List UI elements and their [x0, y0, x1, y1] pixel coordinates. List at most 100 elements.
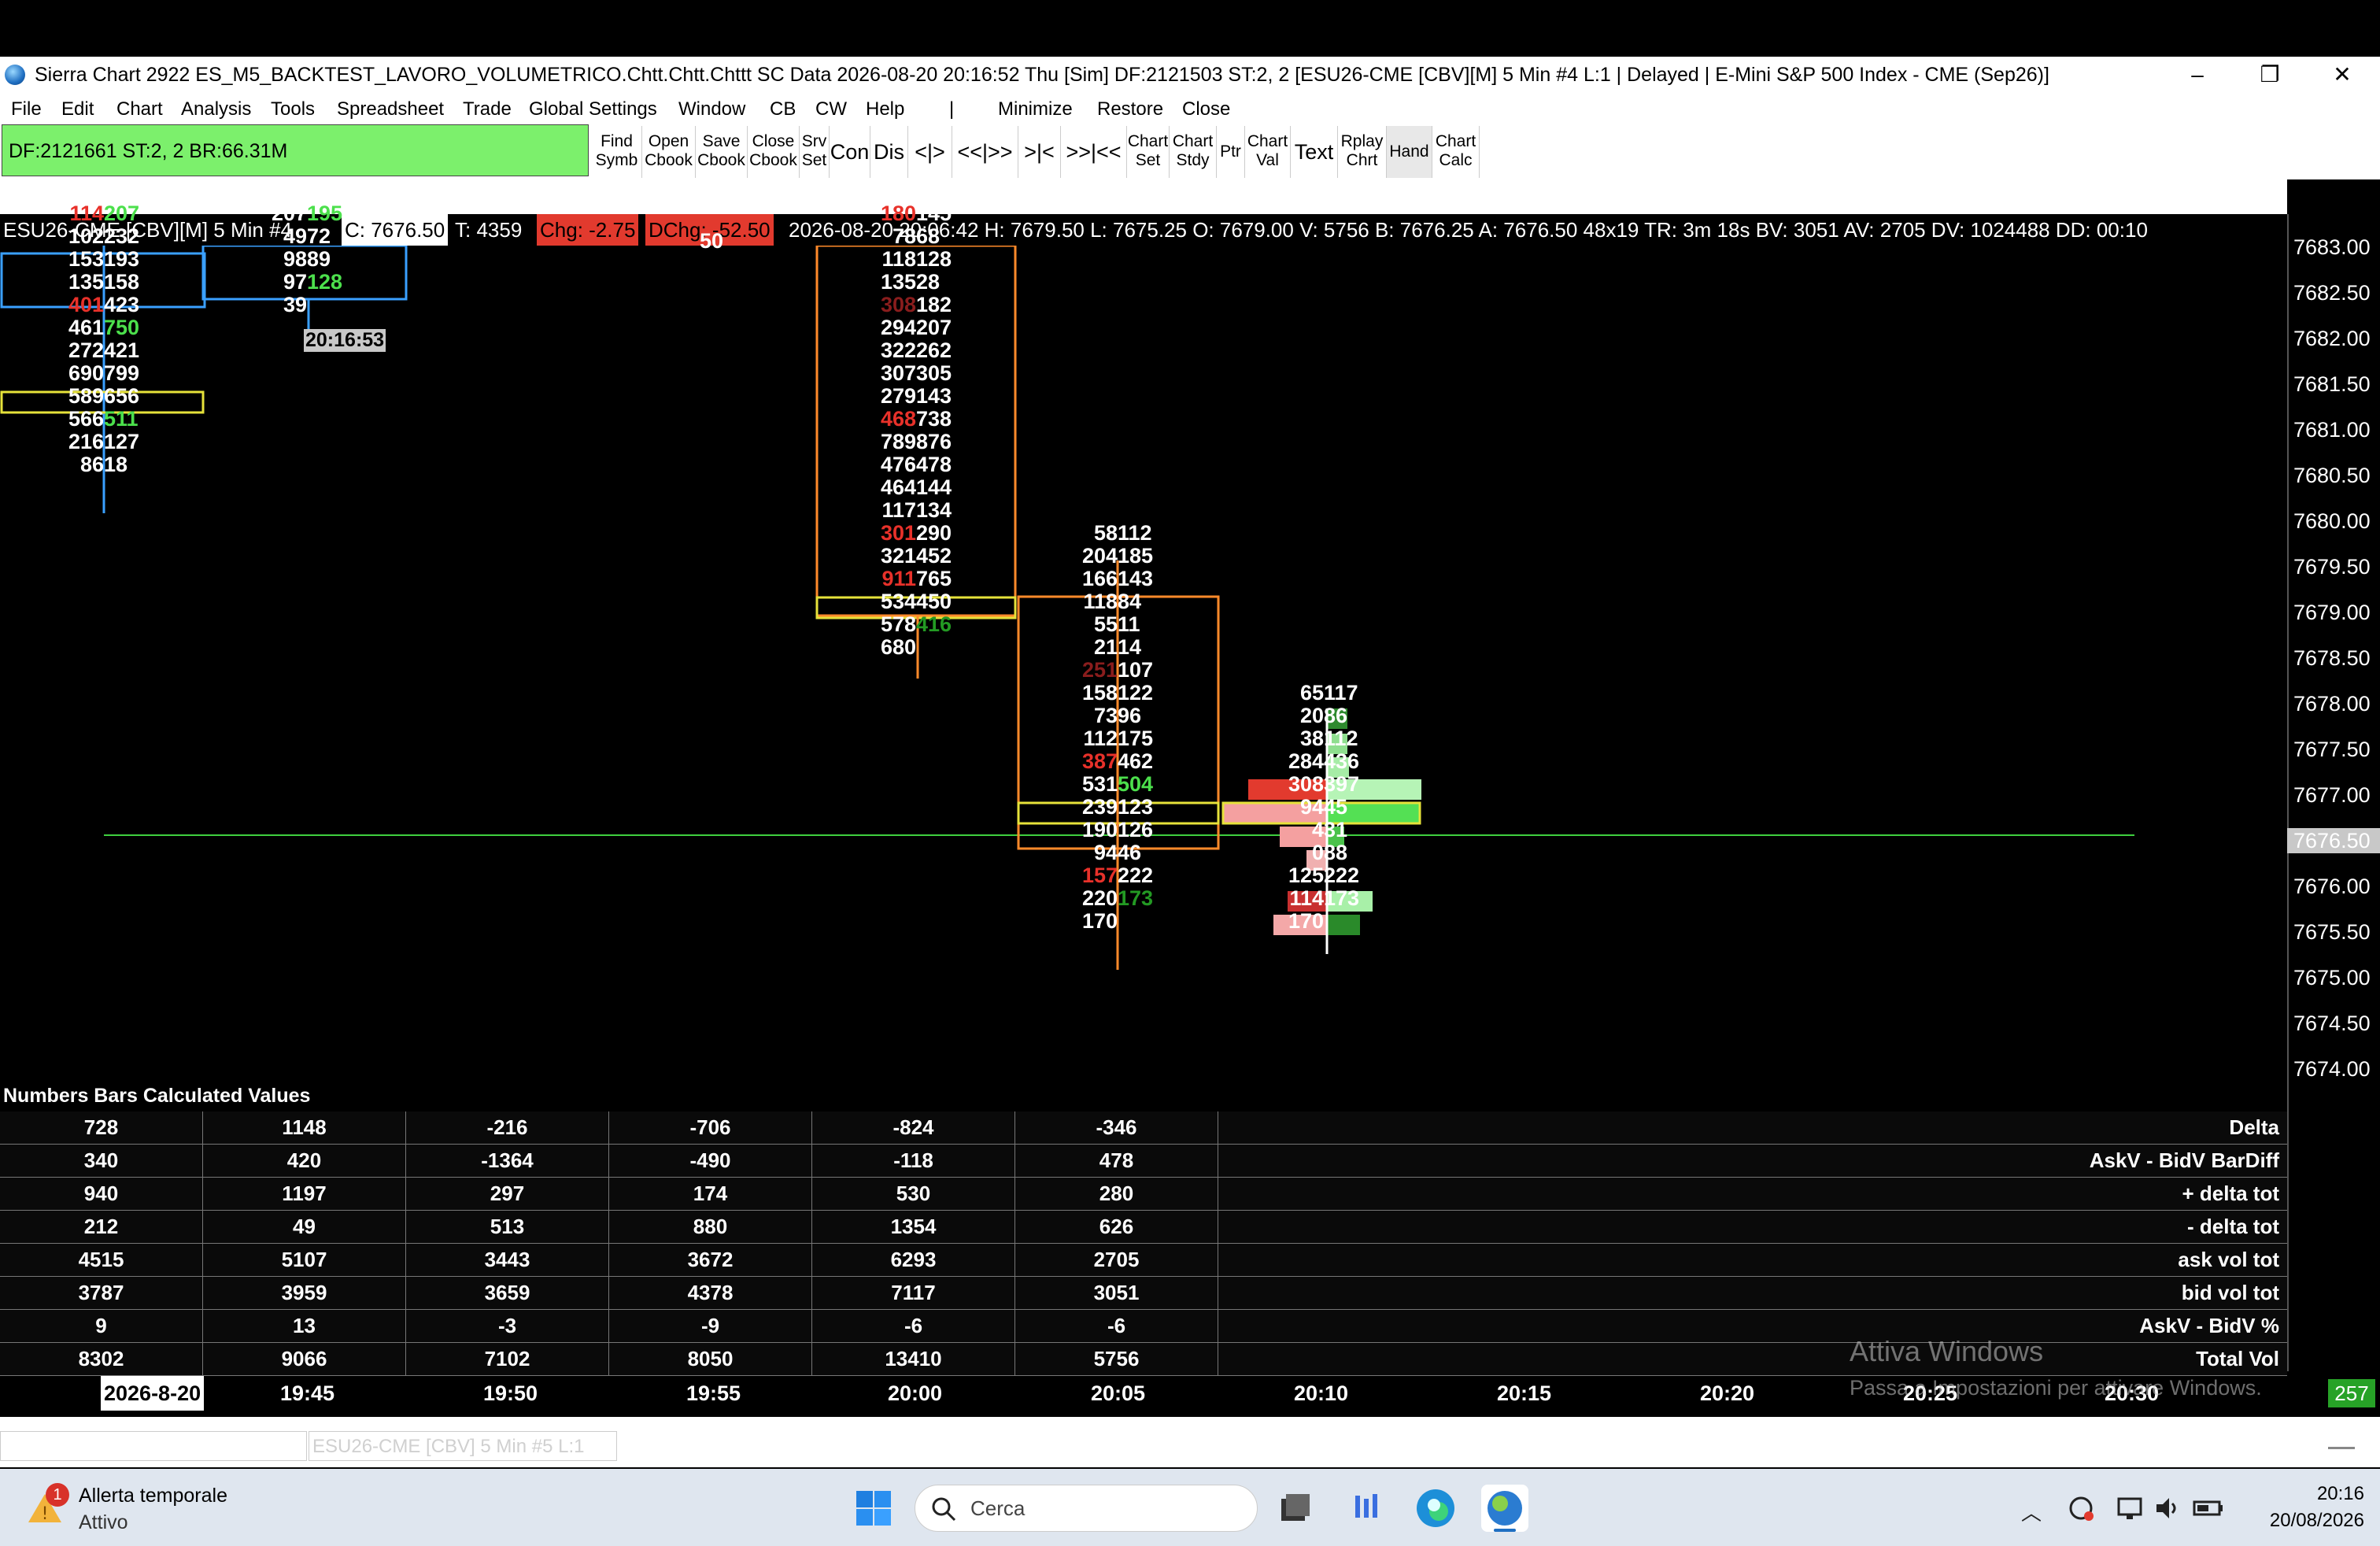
- weather-title[interactable]: Allerta temporale: [79, 1485, 227, 1507]
- sierra-chart-taskbar-icon[interactable]: [1481, 1485, 1528, 1532]
- ask-column: 68: [916, 225, 1003, 248]
- windows-activation-title: Attiva Windows: [1850, 1335, 2044, 1367]
- open-chartbook-button[interactable]: Open Cbook: [642, 126, 696, 178]
- chart-settings-button[interactable]: Chart Set: [1127, 126, 1170, 178]
- disconnect-button[interactable]: Dis: [870, 126, 908, 178]
- stats-row-label: Total Vol: [2196, 1347, 2279, 1370]
- menu-tools[interactable]: Tools: [271, 93, 315, 126]
- bid-volume: 680: [880, 635, 916, 659]
- ask-volume: 112: [1118, 521, 1152, 545]
- menu-edit[interactable]: Edit: [61, 93, 94, 126]
- bid-column: 322: [830, 339, 916, 362]
- footprint-cell: 308397: [1237, 773, 1410, 796]
- taskbar-search-input[interactable]: Cerca: [915, 1485, 1258, 1532]
- replay-chart-button[interactable]: Rplay Chrt: [1338, 126, 1387, 178]
- menu-restore[interactable]: Restore: [1097, 93, 1163, 126]
- hand-tool-button[interactable]: Hand: [1387, 126, 1432, 178]
- menu-cb[interactable]: CB: [770, 93, 796, 126]
- menu-file[interactable]: File: [11, 93, 42, 126]
- footprint-cell: 789876: [830, 431, 1003, 453]
- menu-global-settings[interactable]: Global Settings: [529, 93, 657, 126]
- taskbar-clock-time[interactable]: 20:16: [2282, 1483, 2364, 1505]
- time-label: 19:55: [686, 1381, 741, 1405]
- ask-column: 478: [916, 453, 1003, 476]
- chart-studies-button[interactable]: Chart Stdy: [1170, 126, 1217, 178]
- restore-window-button[interactable]: ❐: [2234, 57, 2306, 93]
- ask-volume: 478: [916, 453, 952, 476]
- ask-column: 421: [104, 339, 190, 362]
- footprint-cell: 58112: [1031, 522, 1204, 545]
- save-chartbook-button[interactable]: Save Cbook: [696, 126, 748, 178]
- taskbar-clock-date[interactable]: 20/08/2026: [2248, 1510, 2364, 1532]
- ask-volume: 232: [104, 224, 140, 248]
- scroll-center-button[interactable]: <|>: [908, 126, 952, 178]
- footprint-cell: 294207: [830, 316, 1003, 339]
- stats-cell: 1148: [203, 1111, 406, 1144]
- bid-volume: 114: [69, 202, 104, 225]
- tray-overflow-icon[interactable]: ︿: [2021, 1497, 2042, 1526]
- edge-browser-icon[interactable]: [1415, 1488, 1456, 1529]
- footprint-cell: 321452: [830, 545, 1003, 568]
- chart-tab[interactable]: ESU26-CME [CBV] 5 Min #5 L:1: [309, 1431, 617, 1461]
- ask-volume: 182: [916, 293, 952, 316]
- volume-icon[interactable]: [2153, 1494, 2182, 1522]
- scroll-compress-button[interactable]: >|<: [1018, 126, 1061, 178]
- windows-start-icon[interactable]: [855, 1489, 893, 1527]
- bar-counter: 257: [2328, 1379, 2375, 1407]
- tabbar-scroll-handle[interactable]: [2328, 1447, 2355, 1449]
- stats-cell: 9066: [203, 1343, 406, 1375]
- scroll-expand-button[interactable]: <<|>>: [952, 126, 1018, 178]
- menu-close[interactable]: Close: [1182, 93, 1230, 126]
- price-axis-label: 7679.50: [2293, 555, 2371, 579]
- menu-help[interactable]: Help: [866, 93, 904, 126]
- find-symbol-button[interactable]: Find Symb: [592, 126, 642, 178]
- close-chartbook-button[interactable]: Close Cbook: [748, 126, 800, 178]
- ask-volume: 416: [916, 612, 952, 636]
- ask-volume: 193: [104, 247, 140, 271]
- title-bar: Sierra Chart 2922 ES_M5_BACKTEST_LAVORO_…: [0, 57, 2380, 93]
- footprint-cell: 9889: [220, 248, 394, 271]
- menu-spreadsheet[interactable]: Spreadsheet: [337, 93, 444, 126]
- server-settings-button[interactable]: Srv Set: [800, 126, 830, 178]
- ask-column: 112: [1324, 727, 1410, 750]
- minimize-window-button[interactable]: –: [2161, 57, 2234, 93]
- menu-cw[interactable]: CW: [815, 93, 847, 126]
- tab-empty[interactable]: [0, 1431, 307, 1461]
- svg-text:!: !: [42, 1504, 49, 1524]
- bid-column: 58: [1031, 522, 1118, 545]
- stats-cell: 880: [609, 1211, 812, 1243]
- stats-cell: -1364: [406, 1145, 609, 1177]
- ask-column: 397: [1324, 773, 1410, 796]
- chart-values-button[interactable]: Chart Val: [1245, 126, 1291, 178]
- task-view-icon[interactable]: [1280, 1492, 1311, 1522]
- footprint-cell: 38112: [1237, 727, 1410, 750]
- widgets-app-icon[interactable]: [1351, 1491, 1382, 1522]
- ask-volume: 122: [1118, 681, 1154, 705]
- close-window-button[interactable]: ✕: [2306, 57, 2378, 93]
- bid-volume: 0: [1311, 841, 1324, 864]
- connect-button[interactable]: Con: [830, 126, 870, 178]
- ask-column: 14: [1118, 636, 1204, 659]
- stats-cell: 3051: [1015, 1277, 1218, 1309]
- battery-icon[interactable]: [2193, 1494, 2224, 1522]
- network-icon[interactable]: [2116, 1494, 2144, 1522]
- footprint-cell: 190126: [1031, 819, 1204, 841]
- text-tool-button[interactable]: Text: [1291, 126, 1338, 178]
- sync-icon[interactable]: [2067, 1494, 2095, 1522]
- menu-analysis[interactable]: Analysis: [181, 93, 251, 126]
- ask-column: 96: [1118, 705, 1204, 727]
- footprint-cell: 180145: [830, 202, 1003, 225]
- chart-calculator-button[interactable]: Chart Calc: [1432, 126, 1480, 178]
- scroll-compress-more-button[interactable]: >>|<<: [1061, 126, 1127, 178]
- footprint-cell: 322262: [830, 339, 1003, 362]
- weather-subtitle: Attivo: [79, 1511, 128, 1533]
- bid-column: 38: [1237, 727, 1324, 750]
- menu-window[interactable]: Window: [678, 93, 745, 126]
- menu-trade[interactable]: Trade: [463, 93, 512, 126]
- menu-chart[interactable]: Chart: [116, 93, 163, 126]
- footprint-cell: 307305: [830, 362, 1003, 385]
- ask-volume: 11: [1118, 612, 1140, 636]
- menu-minimize[interactable]: Minimize: [998, 93, 1073, 126]
- stats-cell: -118: [812, 1145, 1015, 1177]
- pointer-button[interactable]: Ptr: [1217, 126, 1245, 178]
